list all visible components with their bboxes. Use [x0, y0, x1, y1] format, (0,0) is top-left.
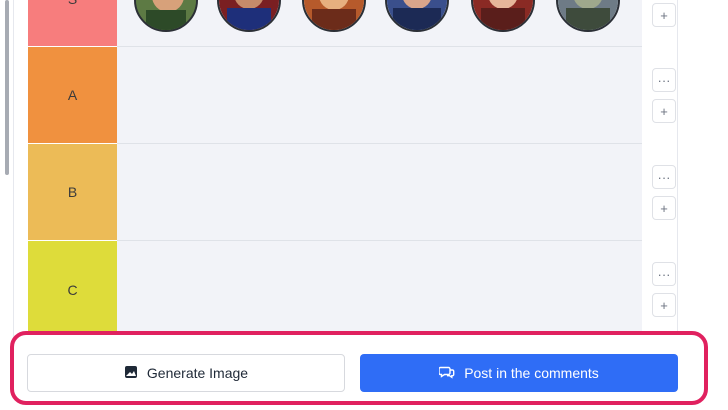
comments-icon — [438, 365, 455, 382]
character-avatar[interactable] — [134, 0, 198, 32]
tier-label-b[interactable]: B — [28, 144, 117, 240]
tier-label-text: S — [68, 0, 77, 7]
add-item-button[interactable]: + — [652, 293, 676, 317]
character-avatar[interactable] — [217, 0, 281, 32]
tier-label-a[interactable]: A — [28, 47, 117, 143]
tier-controls-c: ··· + — [642, 241, 677, 338]
add-item-button[interactable]: + — [652, 196, 676, 220]
tier-row-b: B ··· + — [14, 144, 677, 240]
tier-items-b[interactable] — [117, 144, 642, 240]
tier-items-a[interactable] — [117, 47, 642, 143]
tier-controls-s: + — [642, 0, 677, 46]
generate-image-button[interactable]: Generate Image — [27, 354, 345, 392]
tier-row-a: A ··· + — [14, 47, 677, 143]
tier-label-s[interactable]: S — [28, 0, 117, 46]
tier-row-s: S + — [14, 0, 677, 46]
post-comments-button[interactable]: Post in the comments — [360, 354, 678, 392]
image-icon — [124, 365, 138, 382]
more-options-button[interactable]: ··· — [652, 68, 676, 92]
add-item-button[interactable]: + — [652, 3, 676, 27]
tier-controls-b: ··· + — [642, 144, 677, 240]
tier-controls-a: ··· + — [642, 47, 677, 143]
generate-image-label: Generate Image — [146, 365, 249, 381]
character-avatar[interactable] — [556, 0, 620, 32]
character-avatar[interactable] — [385, 0, 449, 32]
tier-list: S + A — [13, 0, 678, 338]
character-avatar[interactable] — [302, 0, 366, 32]
tier-label-text: B — [67, 184, 78, 200]
tier-label-text: C — [67, 281, 78, 298]
tier-label-c[interactable]: C — [28, 241, 117, 338]
post-comments-label: Post in the comments — [464, 365, 599, 381]
scrollbar-thumb[interactable] — [5, 0, 9, 175]
character-avatar[interactable] — [471, 0, 535, 32]
tier-label-text: A — [67, 87, 78, 103]
more-options-button[interactable]: ··· — [652, 165, 676, 189]
tier-items-s[interactable] — [117, 0, 642, 46]
tier-row-c: C ··· + — [14, 241, 677, 338]
share-actions-panel: Generate Image Post in the comments — [10, 331, 708, 405]
more-options-button[interactable]: ··· — [652, 262, 676, 286]
tier-items-c[interactable] — [117, 241, 642, 338]
add-item-button[interactable]: + — [652, 99, 676, 123]
